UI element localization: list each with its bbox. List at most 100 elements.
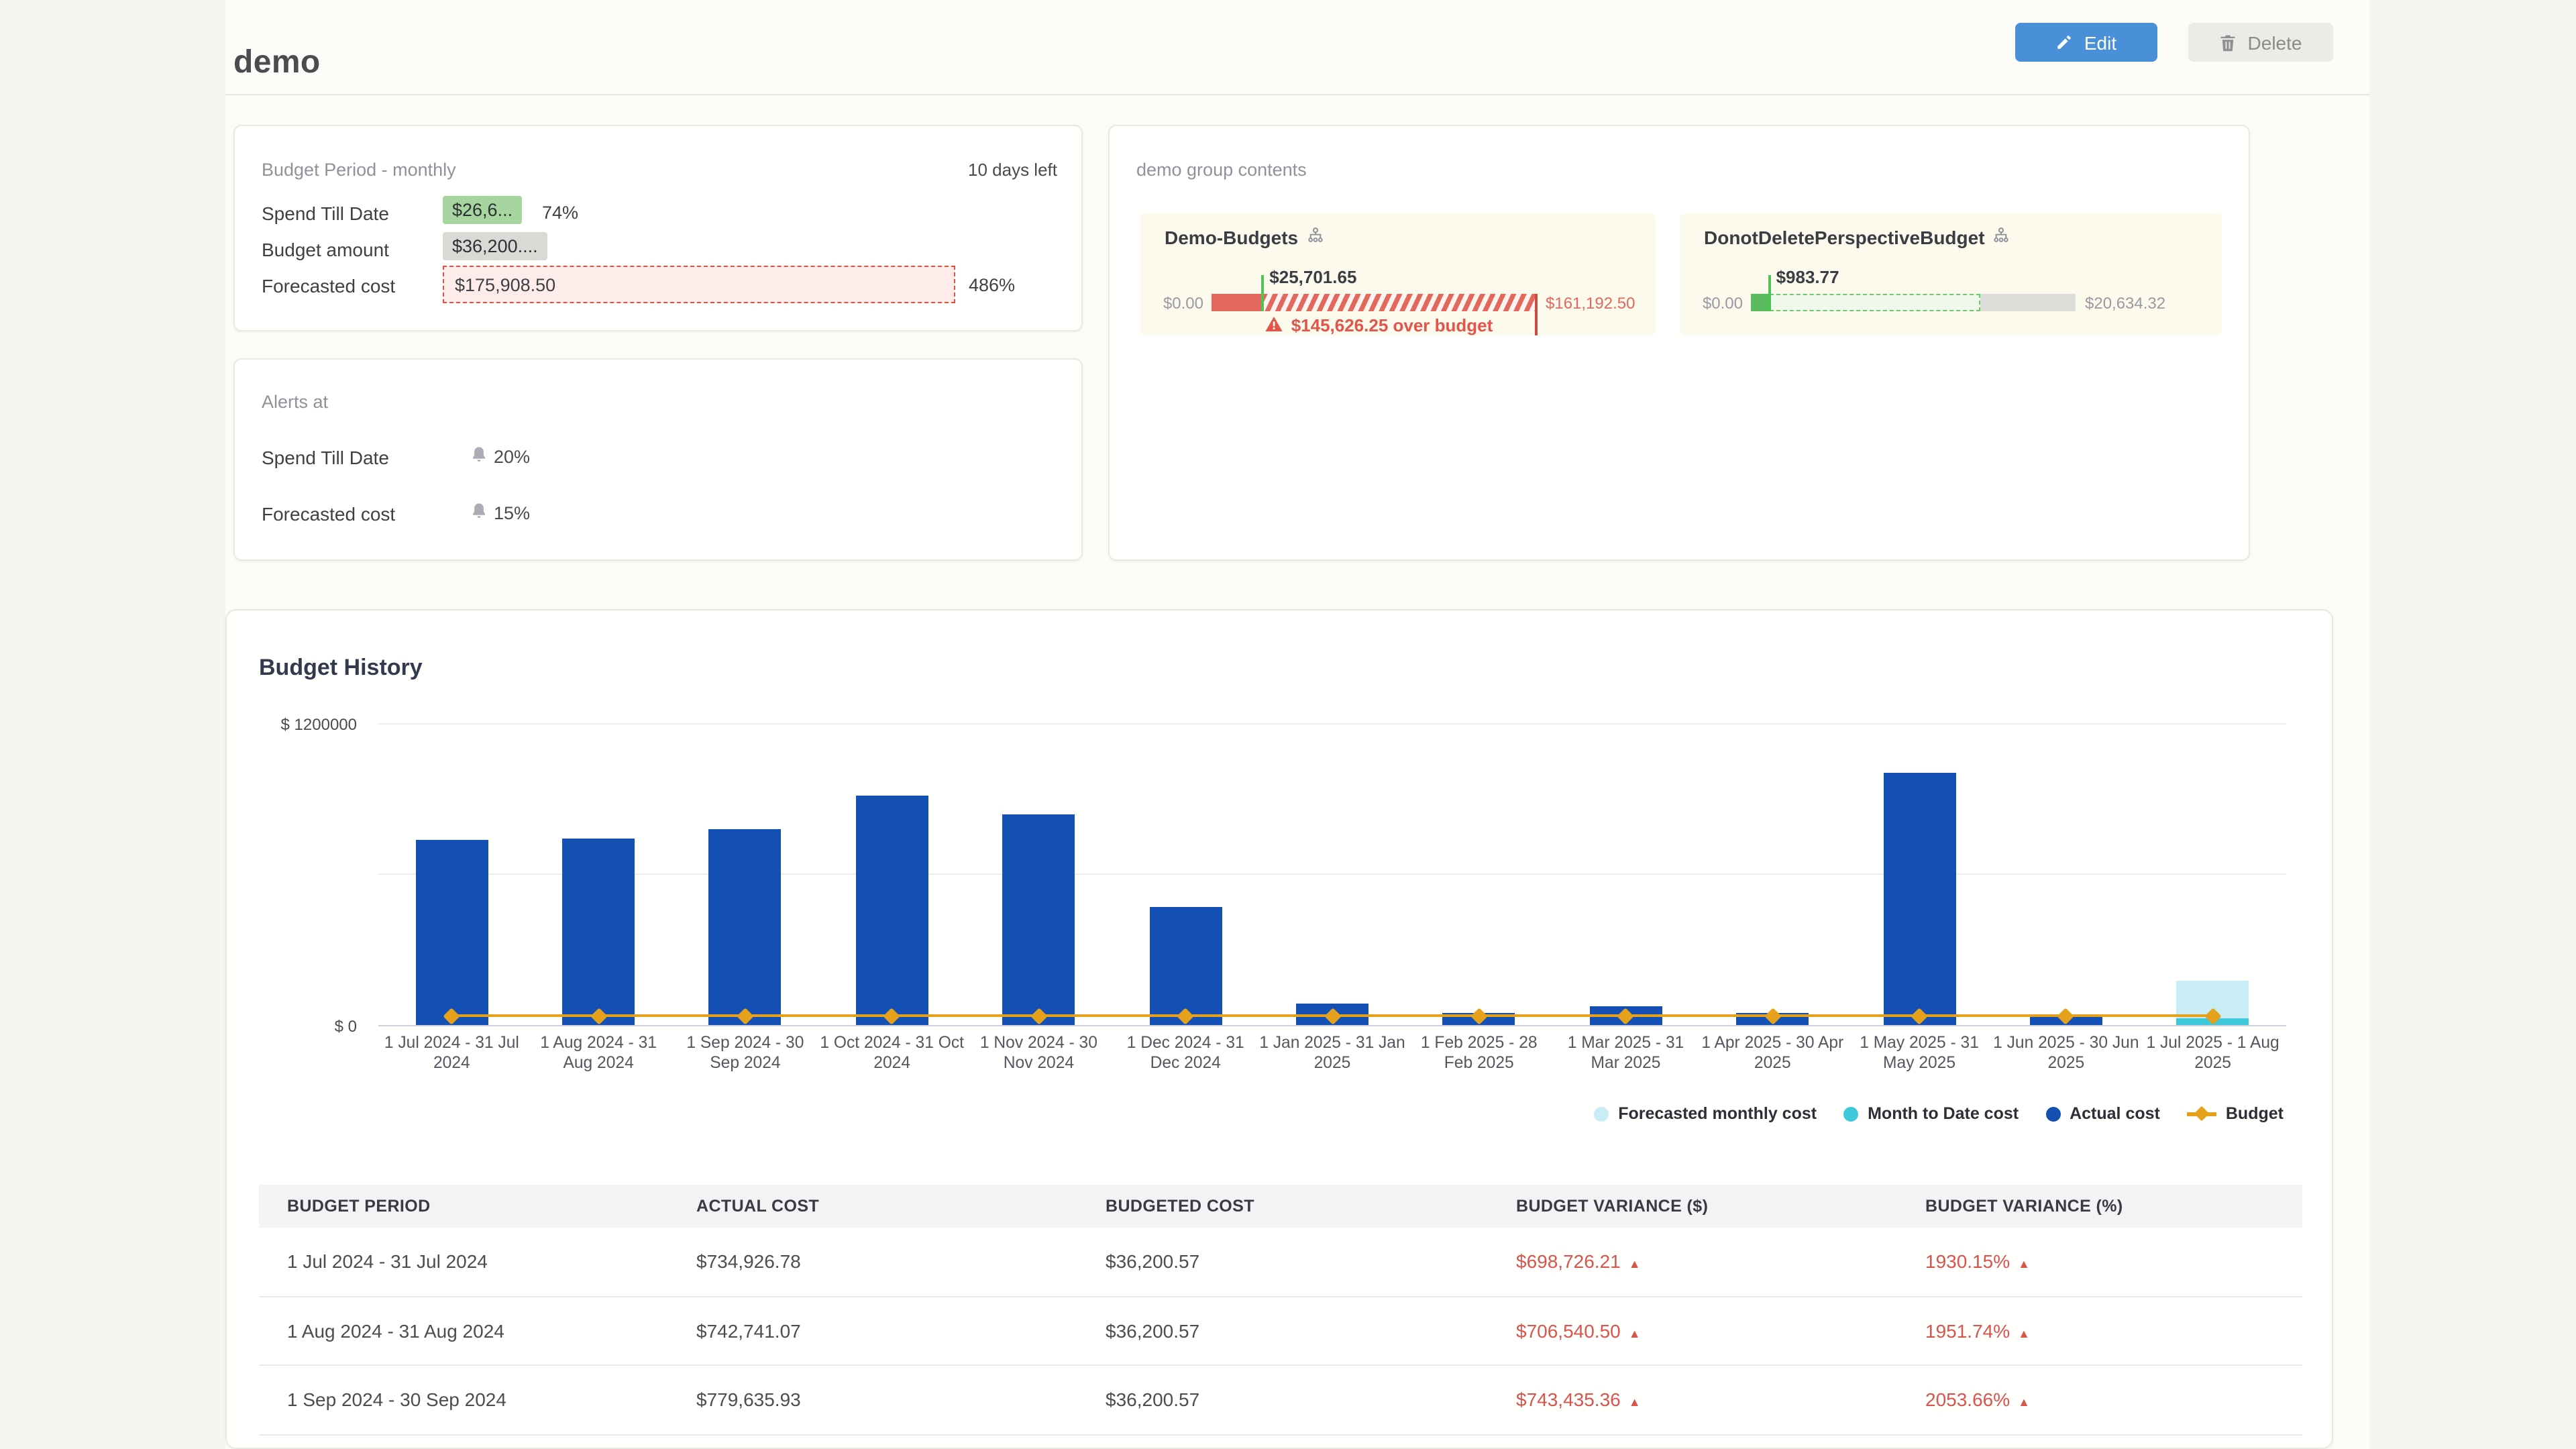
alert-forecast-label: Forecasted cost	[262, 503, 395, 525]
actual-cost-bar	[562, 838, 635, 1025]
legend-label: Month to Date cost	[1868, 1104, 2019, 1123]
spend-till-date-label: Spend Till Date	[262, 203, 389, 224]
table-cell: $779,635.93	[668, 1389, 1077, 1411]
table-header-row: BUDGET PERIOD ACTUAL COST BUDGETED COST …	[259, 1185, 2302, 1228]
budget-history-table: BUDGET PERIOD ACTUAL COST BUDGETED COST …	[259, 1185, 2302, 1435]
gauge-donotdelete-budget[interactable]: DonotDeletePerspectiveBudget $983.77 $0.…	[1680, 213, 2222, 335]
col-header-actual-cost: ACTUAL COST	[668, 1197, 1077, 1216]
gauge-max-label: $161,192.50	[1546, 294, 1635, 313]
x-axis-label: 1 Sep 2024 - 30 Sep 2024	[672, 1033, 819, 1073]
actual-cost-bar	[415, 840, 488, 1025]
x-axis-label: 1 Dec 2024 - 31 Dec 2024	[1112, 1033, 1259, 1073]
table-cell: 1 Jul 2024 - 31 Jul 2024	[259, 1251, 668, 1273]
alerts-card: Alerts at Spend Till Date 20% Forecasted…	[233, 358, 1083, 561]
alerts-title: Alerts at	[262, 392, 328, 412]
gauge-bar	[1751, 294, 2076, 311]
gauge-current-value: $25,701.65	[1269, 267, 1356, 287]
budget-amount-label: Budget amount	[262, 239, 389, 260]
up-arrow-icon: ▲	[1629, 1396, 1641, 1409]
days-left-label: 10 days left	[968, 160, 1057, 180]
page-title: demo	[233, 44, 321, 82]
legend-item-budget[interactable]: Budget	[2187, 1104, 2284, 1123]
legend-item-month-to-date-cost[interactable]: Month to Date cost	[1843, 1104, 2019, 1123]
x-axis-line	[378, 1025, 2286, 1026]
remaining-segment	[1980, 294, 2076, 311]
bell-icon	[471, 445, 487, 467]
table-row: 1 Aug 2024 - 31 Aug 2024$742,741.07$36,2…	[259, 1297, 2302, 1366]
spend-segment	[1212, 294, 1263, 311]
group-contents-title: demo group contents	[1136, 160, 1307, 180]
x-axis-label: 1 Jun 2025 - 30 Jun 2025	[1992, 1033, 2139, 1073]
variance-cell: 1930.15%▲	[1897, 1251, 2300, 1273]
budget-amount-value: $36,200....	[443, 232, 547, 260]
table-row: 1 Sep 2024 - 30 Sep 2024$779,635.93$36,2…	[259, 1366, 2302, 1435]
delete-button[interactable]: Delete	[2188, 23, 2333, 62]
over-budget-alert: $145,626.25 over budget	[1140, 315, 1618, 335]
x-axis-label: 1 Jan 2025 - 31 Jan 2025	[1259, 1033, 1406, 1073]
legend-dot	[2045, 1106, 2060, 1121]
col-header-budget-period: BUDGET PERIOD	[259, 1197, 668, 1216]
table-body: 1 Jul 2024 - 31 Jul 2024$734,926.78$36,2…	[259, 1228, 2302, 1435]
x-axis-label: 1 Mar 2025 - 31 Mar 2025	[1552, 1033, 1699, 1073]
table-cell: $36,200.57	[1077, 1389, 1488, 1411]
spend-marker	[1768, 275, 1771, 311]
spend-segment	[1751, 294, 1770, 311]
variance-cell: 1951.74%▲	[1897, 1320, 2300, 1342]
gauge-min-label: $0.00	[1163, 294, 1203, 313]
alert-spend-label: Spend Till Date	[262, 447, 389, 468]
gridline-top	[378, 723, 2286, 724]
actual-cost-bar	[856, 796, 928, 1025]
forecast-segment	[1770, 294, 1980, 311]
group-contents-card: demo group contents Demo-Budgets $25,701…	[1108, 125, 2250, 561]
forecasted-cost-percent: 486%	[969, 275, 1015, 295]
table-cell: $734,926.78	[668, 1251, 1077, 1273]
budget-period-card: Budget Period - monthly 10 days left Spe…	[233, 125, 1083, 331]
table-cell: $742,741.07	[668, 1320, 1077, 1342]
table-cell: $36,200.57	[1077, 1320, 1488, 1342]
pencil-icon	[2056, 34, 2074, 51]
x-axis-label: 1 Aug 2024 - 31 Aug 2024	[525, 1033, 672, 1073]
edit-button[interactable]: Edit	[2015, 23, 2157, 62]
spend-marker	[1261, 275, 1264, 311]
x-axis-label: 1 May 2025 - 31 May 2025	[1846, 1033, 1993, 1073]
warning-icon	[1266, 315, 1283, 335]
budget-history-chart: $ 1200000 $ 0 1 Jul 2024 - 31 Jul 20241 …	[227, 610, 2333, 1174]
y-tick-max: $ 1200000	[227, 715, 357, 734]
budget-name[interactable]: Demo-Budgets	[1165, 227, 1298, 248]
forecasted-cost-value: $175,908.50	[443, 266, 955, 303]
budget-name[interactable]: DonotDeletePerspectiveBudget	[1704, 227, 1985, 248]
legend-label: Actual cost	[2070, 1104, 2160, 1123]
up-arrow-icon: ▲	[2018, 1258, 2030, 1271]
variance-cell: 2053.66%▲	[1897, 1389, 2300, 1411]
up-arrow-icon: ▲	[1629, 1258, 1641, 1271]
legend-item-actual-cost[interactable]: Actual cost	[2045, 1104, 2160, 1123]
legend-label: Forecasted monthly cost	[1618, 1104, 1817, 1123]
col-header-variance-usd: BUDGET VARIANCE ($)	[1488, 1197, 1897, 1216]
actual-cost-bar	[1002, 814, 1075, 1025]
hierarchy-icon	[1306, 227, 1324, 248]
gauge-current-value: $983.77	[1776, 267, 1839, 287]
budget-line-swatch	[2187, 1106, 2216, 1121]
legend-item-forecasted-monthly-cost[interactable]: Forecasted monthly cost	[1594, 1104, 1817, 1123]
col-header-budgeted-cost: BUDGETED COST	[1077, 1197, 1488, 1216]
spend-till-date-percent: 74%	[542, 203, 578, 223]
up-arrow-icon: ▲	[1629, 1327, 1641, 1340]
table-cell: 1 Sep 2024 - 30 Sep 2024	[259, 1389, 668, 1411]
gauge-bar	[1212, 294, 1538, 311]
hierarchy-icon	[1993, 227, 2010, 248]
header-divider	[225, 94, 2369, 95]
x-axis-label: 1 Feb 2025 - 28 Feb 2025	[1405, 1033, 1552, 1073]
budget-history-card: Budget History $ 1200000 $ 0 1 Jul 2024 …	[225, 609, 2333, 1449]
x-axis-label: 1 Nov 2024 - 30 Nov 2024	[965, 1033, 1112, 1073]
alert-forecast-value: 15%	[471, 502, 530, 523]
x-axis-label: 1 Jul 2024 - 31 Jul 2024	[378, 1033, 525, 1073]
table-cell: 1 Aug 2024 - 31 Aug 2024	[259, 1320, 668, 1342]
up-arrow-icon: ▲	[2018, 1327, 2030, 1340]
gauge-max-label: $20,634.32	[2085, 294, 2165, 313]
table-cell: $36,200.57	[1077, 1251, 1488, 1273]
gauge-demo-budgets[interactable]: Demo-Budgets $25,701.65 $0.00 $161,192.5…	[1140, 213, 1656, 335]
y-tick-zero: $ 0	[227, 1017, 357, 1036]
x-axis-label: 1 Apr 2025 - 30 Apr 2025	[1699, 1033, 1846, 1073]
legend-label: Budget	[2226, 1104, 2284, 1123]
forecast-overage-segment	[1263, 294, 1538, 311]
